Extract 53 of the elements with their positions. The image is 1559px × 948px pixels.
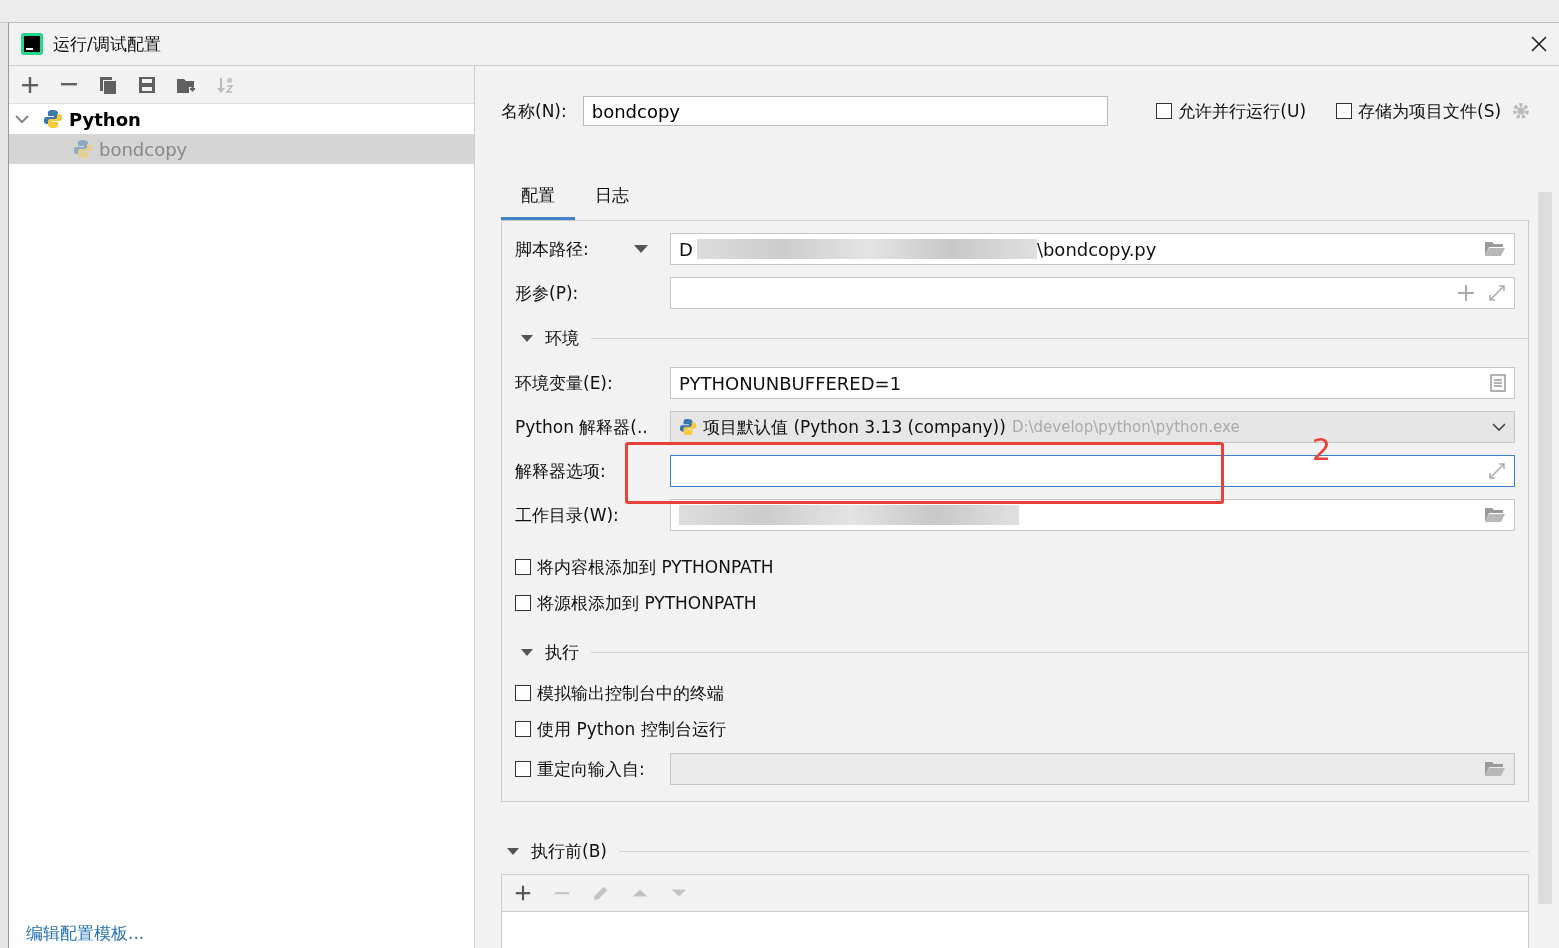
app-icon [21, 33, 43, 55]
folder-icon[interactable] [1484, 240, 1506, 258]
python-icon [73, 139, 93, 159]
field-label: 工作目录(W): [515, 503, 619, 527]
tab[interactable]: 配置 [501, 178, 575, 220]
field-label: 解释器选项: [515, 459, 606, 483]
name-field[interactable]: bondcopy [582, 96, 1109, 126]
python-icon [43, 109, 63, 129]
checkbox[interactable]: 使用 Python 控制台运行 [515, 711, 1528, 747]
document-icon[interactable] [1490, 374, 1506, 392]
expand-icon[interactable] [1488, 284, 1506, 302]
name-label: 名称(N): [501, 99, 567, 123]
collapse-icon[interactable] [507, 845, 519, 857]
collapse-icon[interactable] [521, 332, 533, 344]
toolbar-button[interactable] [137, 74, 157, 95]
checkbox[interactable]: 将内容根添加到 PYTHONPATH [515, 549, 1528, 585]
python-icon [679, 418, 697, 436]
option-checkbox[interactable]: 允许并行运行(U) [1156, 99, 1307, 123]
field-label: 形参(P): [515, 281, 579, 305]
input-field[interactable]: D \bondcopy.py [670, 233, 1515, 265]
input-field[interactable] [670, 277, 1515, 309]
close-icon[interactable] [1531, 36, 1547, 52]
add-icon [20, 74, 40, 95]
add-icon[interactable] [514, 884, 532, 902]
copy-icon [98, 74, 118, 95]
toolbar-button[interactable] [59, 82, 79, 87]
remove-icon [59, 82, 79, 87]
chevron-icon [15, 112, 29, 126]
edit-templates-link[interactable]: 编辑配置模板... [9, 922, 145, 948]
folder-icon[interactable] [1484, 506, 1506, 524]
dropdown-icon[interactable] [634, 244, 648, 254]
tab[interactable]: 日志 [575, 178, 649, 220]
checkbox[interactable]: 将源根添加到 PYTHONPATH [515, 585, 1528, 621]
caret-icon [1492, 420, 1506, 434]
field-label: Python 解释器(.. [515, 415, 649, 439]
input-field[interactable] [670, 499, 1515, 531]
section-title: 执行前(B) [531, 839, 607, 863]
save-icon [137, 74, 157, 95]
field-label: 环境变量(E): [515, 371, 613, 395]
expand-icon[interactable] [1488, 462, 1506, 480]
section-title: 执行 [545, 640, 579, 664]
settings-icon[interactable] [1511, 101, 1531, 121]
option-checkbox[interactable]: 存储为项目文件(S) [1336, 99, 1502, 123]
window-title: 运行/调试配置 [53, 32, 161, 56]
tree-item[interactable]: Python [9, 104, 474, 134]
input-field[interactable]: PYTHONUNBUFFERED=1 [670, 367, 1515, 399]
section-title: 环境 [545, 326, 579, 350]
field-label: 脚本路径: [515, 237, 589, 261]
checkbox[interactable]: 模拟输出控制台中的终端 [515, 675, 1528, 711]
toolbar-button[interactable] [98, 74, 118, 95]
tree-label: Python [69, 108, 141, 130]
collapse-icon[interactable] [521, 646, 533, 658]
toolbar-button[interactable] [20, 74, 40, 95]
